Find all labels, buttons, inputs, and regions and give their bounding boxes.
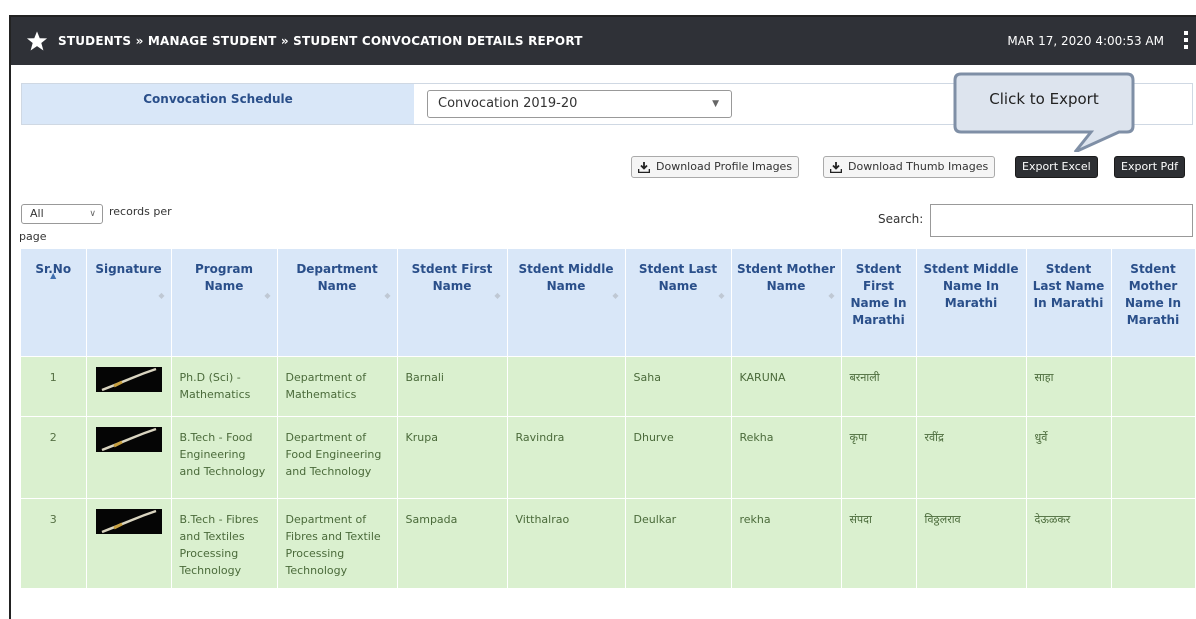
convocation-schedule-select[interactable]: Convocation 2019-20 ▼ [427, 90, 732, 118]
cell-program-name: B.Tech - Food Engineering and Technology [171, 415, 278, 498]
sort-icon: ◆ [384, 290, 391, 300]
sort-icon: ◆ [718, 290, 725, 300]
records-per-page-select[interactable]: All ∨ [21, 204, 103, 224]
cell-first-name: Sampada [397, 497, 508, 588]
records-per-page-label-page: page [19, 230, 47, 243]
sort-icon: ◆ [494, 290, 501, 300]
cell-mother-name-marathi [1111, 497, 1196, 588]
star-icon[interactable] [26, 30, 48, 52]
column-header-middle-name-marathi[interactable]: Stdent Middle Name In Marathi [916, 249, 1027, 356]
kebab-menu-icon[interactable] [1184, 31, 1188, 51]
export-excel-button[interactable]: Export Excel [1015, 156, 1098, 178]
sort-icon: ◆ [612, 290, 619, 300]
top-header-bar: STUDENTS » MANAGE STUDENT » STUDENT CONV… [11, 17, 1196, 65]
cell-first-name: Barnali [397, 355, 508, 416]
convocation-schedule-label: Convocation Schedule [22, 84, 414, 124]
table-row: 3 B.Tech - Fibres and Textiles Processin… [21, 497, 1196, 588]
table-row: 2 B.Tech - Food Engineering and Technolo… [21, 415, 1196, 498]
sort-ascending-icon: ▲ [50, 270, 57, 280]
column-header-last-name-marathi[interactable]: Stdent Last Name In Marathi [1026, 249, 1112, 356]
download-icon [830, 161, 842, 173]
cell-middle-name [507, 355, 626, 416]
download-icon [638, 161, 650, 173]
cell-middle-name-marathi [916, 355, 1027, 416]
download-profile-images-label: Download Profile Images [656, 160, 793, 173]
table-row: 1 Ph.D (Sci) - Mathematics Department of… [21, 355, 1196, 416]
column-header-signature[interactable]: Signature ◆ [86, 249, 172, 356]
cell-middle-name-marathi: रवींद्र [916, 415, 1027, 498]
column-header-mother-name-marathi[interactable]: Stdent Mother Name In Marathi [1111, 249, 1196, 356]
signature-image[interactable] [95, 426, 162, 452]
column-header-program-name[interactable]: Program Name ◆ [171, 249, 278, 356]
signature-image[interactable] [95, 508, 162, 534]
cell-program-name: Ph.D (Sci) - Mathematics [171, 355, 278, 416]
cell-signature [86, 497, 172, 588]
cell-mother-name: KARUNA [731, 355, 842, 416]
cell-mother-name: Rekha [731, 415, 842, 498]
sort-icon: ◆ [264, 290, 271, 300]
search-input[interactable] [930, 204, 1193, 237]
cell-department-name: Department of Food Engineering and Techn… [277, 415, 398, 498]
column-header-middle-name[interactable]: Stdent Middle Name ◆ [507, 249, 626, 356]
cell-program-name: B.Tech - Fibres and Textiles Processing … [171, 497, 278, 588]
search-label: Search: [878, 212, 924, 226]
cell-first-name-marathi: संपदा [841, 497, 917, 588]
cell-last-name: Dhurve [625, 415, 732, 498]
app-frame: STUDENTS » MANAGE STUDENT » STUDENT CONV… [9, 15, 1196, 619]
column-header-sr-no[interactable]: Sr.No ▲ [21, 249, 87, 356]
sort-icon: ◆ [828, 290, 835, 300]
records-per-page: All ∨ records per page [19, 204, 172, 243]
signature-image[interactable] [95, 366, 162, 392]
records-per-page-value: All [30, 207, 44, 220]
cell-last-name-marathi: साहा [1026, 355, 1112, 416]
cell-first-name-marathi: बरनाली [841, 355, 917, 416]
sort-icon: ◆ [158, 290, 165, 300]
cell-last-name-marathi: धुर्वे [1026, 415, 1112, 498]
breadcrumb-title: STUDENTS » MANAGE STUDENT » STUDENT CONV… [58, 34, 583, 48]
cell-sr-no: 2 [21, 415, 87, 498]
column-header-first-name-marathi[interactable]: Stdent First Name In Marathi [841, 249, 917, 356]
cell-first-name: Krupa [397, 415, 508, 498]
export-callout: Click to Export [953, 72, 1135, 152]
cell-mother-name: rekha [731, 497, 842, 588]
cell-sr-no: 3 [21, 497, 87, 588]
download-thumb-images-label: Download Thumb Images [848, 160, 989, 173]
column-header-mother-name[interactable]: Stdent Mother Name ◆ [731, 249, 842, 356]
column-header-last-name[interactable]: Stdent Last Name ◆ [625, 249, 732, 356]
records-per-page-label: records per [109, 205, 172, 218]
cell-last-name: Saha [625, 355, 732, 416]
cell-signature [86, 415, 172, 498]
cell-middle-name-marathi: विठ्ठलराव [916, 497, 1027, 588]
download-profile-images-button[interactable]: Download Profile Images [631, 156, 800, 178]
table-header-row: Sr.No ▲ Signature ◆ Program Name ◆ Departme… [21, 249, 1196, 356]
current-datetime: MAR 17, 2020 4:00:53 AM [1007, 34, 1164, 48]
callout-bubble-shape [953, 72, 1135, 152]
convocation-details-table: Sr.No ▲ Signature ◆ Program Name ◆ Departme… [21, 249, 1196, 588]
cell-first-name-marathi: कृपा [841, 415, 917, 498]
convocation-schedule-value: Convocation 2019-20 [438, 96, 578, 111]
callout-text: Click to Export [989, 90, 1099, 108]
column-header-first-name[interactable]: Stdent First Name ◆ [397, 249, 508, 356]
column-header-department-name[interactable]: Department Name ◆ [277, 249, 398, 356]
download-thumb-images-button[interactable]: Download Thumb Images [823, 156, 996, 178]
cell-mother-name-marathi [1111, 355, 1196, 416]
cell-middle-name: Ravindra [507, 415, 626, 498]
cell-last-name-marathi: देऊळकर [1026, 497, 1112, 588]
chevron-down-icon: ▼ [712, 99, 719, 109]
cell-department-name: Department of Fibres and Textile Process… [277, 497, 398, 588]
cell-middle-name: Vitthalrao [507, 497, 626, 588]
export-pdf-button[interactable]: Export Pdf [1114, 156, 1185, 178]
cell-department-name: Department of Mathematics [277, 355, 398, 416]
cell-last-name: Deulkar [625, 497, 732, 588]
chevron-down-icon: ∨ [89, 209, 96, 219]
cell-sr-no: 1 [21, 355, 87, 416]
cell-signature [86, 355, 172, 416]
cell-mother-name-marathi [1111, 415, 1196, 498]
